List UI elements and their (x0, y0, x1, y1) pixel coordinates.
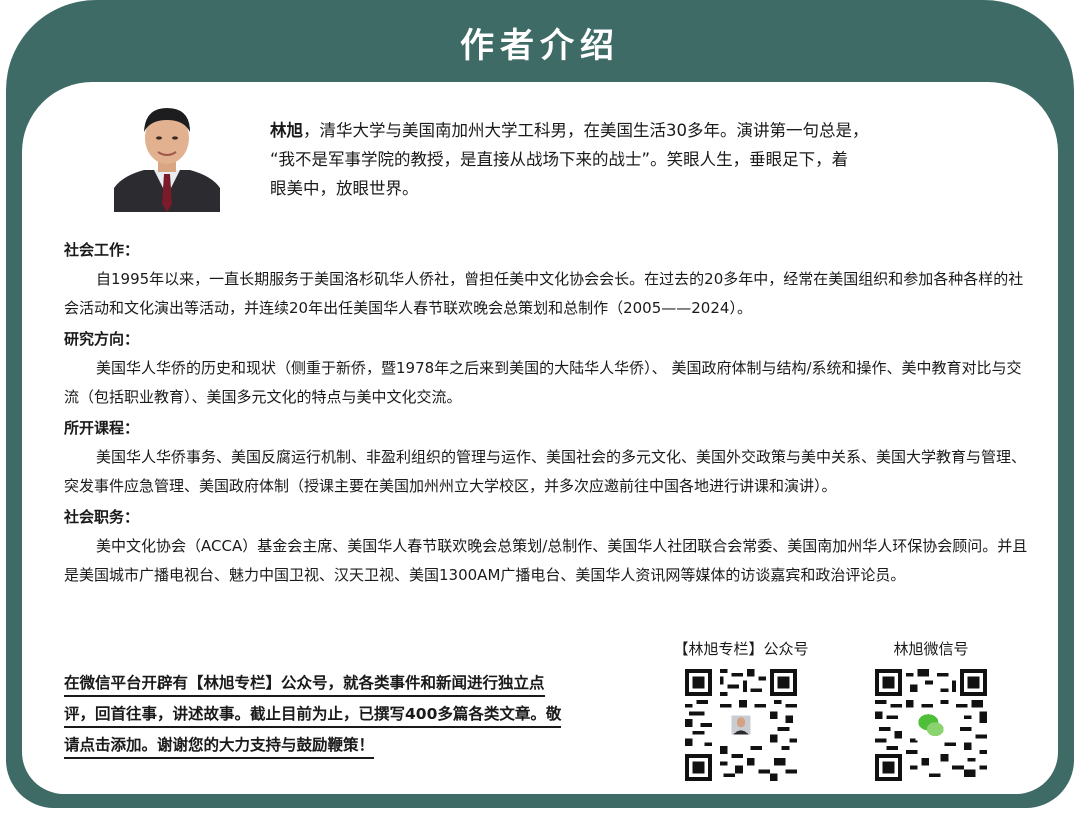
public-account-qr-code[interactable] (685, 669, 797, 781)
section-body-social-work: 自1995年以来，一直长期服务于美国洛杉矶华人侨社，曾担任美中文化协会会长。在过… (64, 270, 1024, 317)
section-body-positions: 美中文化协会（ACCA）基金会主席、美国华人春节联欢晚会总策划/总制作、美国华人… (64, 537, 1028, 584)
section-heading-research: 研究方向： (64, 330, 140, 348)
author-intro: 林旭，清华大学与美国南加州大学工科男，在美国生活30多年。演讲第一句总是， “我… (270, 116, 982, 203)
author-photo (114, 96, 220, 212)
section-body-courses: 美国华人华侨事务、美国反腐运行机制、非盈利组织的管理与运作、美国社会的多元文化、… (64, 448, 1027, 495)
section-body-research: 美国华人华侨的历史和现状（侧重于新侨，暨1978年之后来到美国的大陆华人华侨）、… (64, 359, 1022, 406)
promo-line-2: 评，回首往事，讲述故事。截止目前为止，已撰写400多篇各类文章。敬 (64, 705, 562, 728)
promo-line-3: 请点击添加。谢谢您的大力支持与鼓励鞭策！ (64, 736, 375, 759)
page-title: 作者介绍 (460, 26, 620, 66)
promo-line-1: 在微信平台开辟有【林旭专栏】公众号，就各类事件和新闻进行独立点 (64, 674, 545, 697)
wechat-caption: 林旭微信号 (893, 640, 969, 658)
section-heading-courses: 所开课程： (64, 419, 140, 437)
wechat-promo: 在微信平台开辟有【林旭专栏】公众号，就各类事件和新闻进行独立点 评，回首往事，讲… (64, 668, 634, 761)
wechat-qr-code[interactable] (875, 669, 987, 781)
section-heading-positions: 社会职务： (64, 508, 140, 526)
author-name: 林旭 (270, 121, 303, 140)
author-card: 作者介绍 林旭，清华大学与美国南加州大学工科男，在美国生活30多年。演讲第一句总… (6, 0, 1074, 808)
section-heading-social-work: 社会工作： (64, 241, 140, 259)
intro-text-1: ，清华大学与美国南加州大学工科男，在美国生活30多年。演讲第一句总是， (303, 121, 869, 140)
wechat-qr-block: 林旭微信号 (856, 638, 1006, 781)
bio-sections: 社会工作： 自1995年以来，一直长期服务于美国洛杉矶华人侨社，曾担任美中文化协… (64, 234, 1030, 590)
intro-line-1: 林旭，清华大学与美国南加州大学工科男，在美国生活30多年。演讲第一句总是， (270, 116, 982, 145)
card-content: 林旭，清华大学与美国南加州大学工科男，在美国生活30多年。演讲第一句总是， “我… (22, 82, 1058, 794)
intro-line-3: 眼美中，放眼世界。 (270, 179, 419, 198)
public-account-qr-block: 【林旭专栏】公众号 (666, 638, 816, 781)
public-account-caption: 【林旭专栏】公众号 (673, 640, 809, 658)
intro-line-2: “我不是军事学院的教授，是直接从战场下来的战士”。笑眼人生，垂眼足下，着 (270, 150, 849, 169)
